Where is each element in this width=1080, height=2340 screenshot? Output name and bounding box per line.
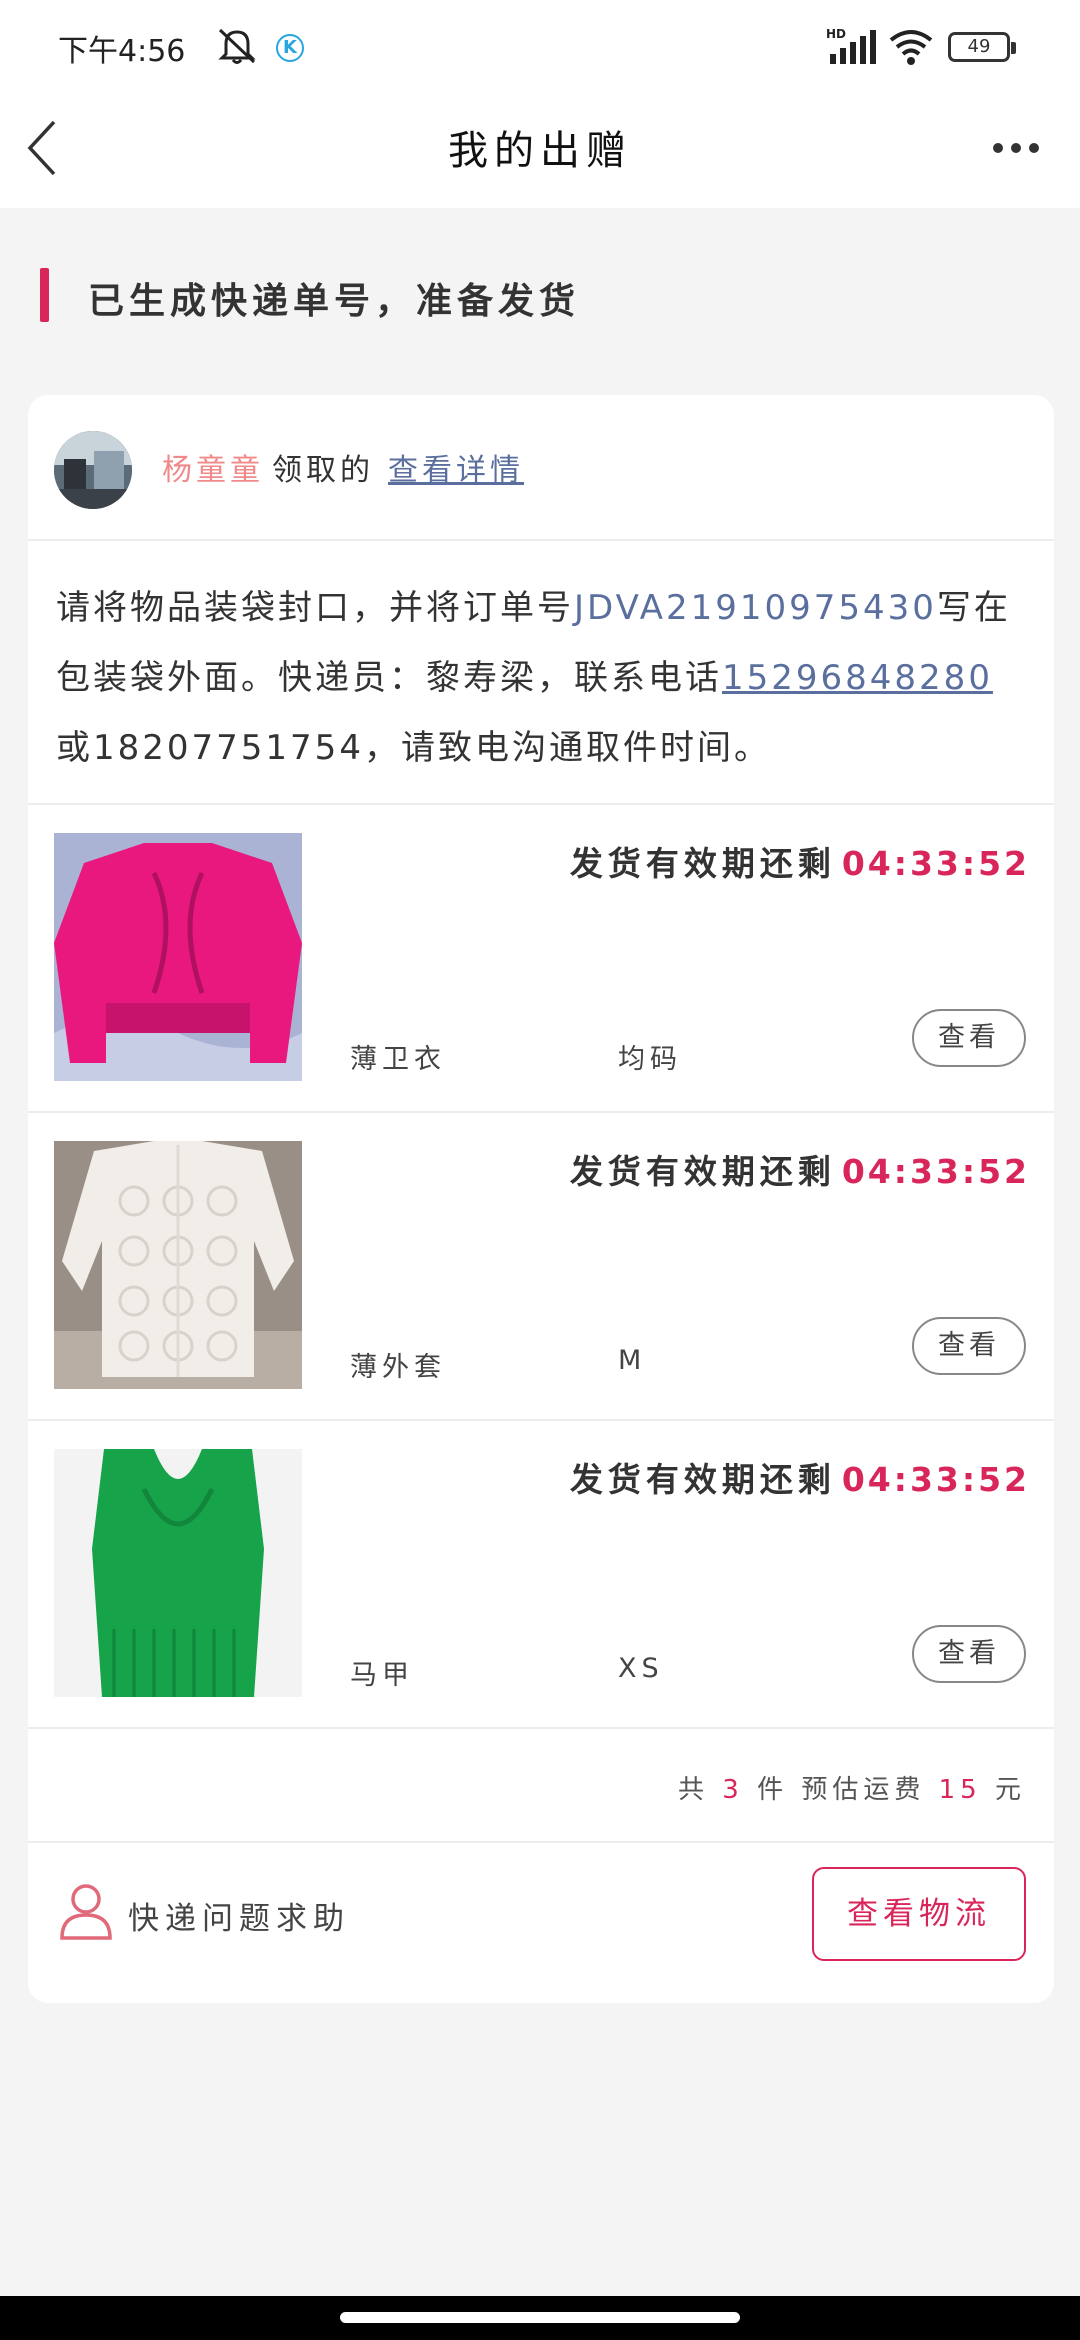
k-app-icon: K — [276, 34, 304, 62]
wifi-icon — [888, 28, 934, 70]
item-count: 3 — [722, 1775, 744, 1805]
view-details-link[interactable]: 查看详情 — [388, 453, 524, 488]
instructions-text-3: 或18207751754，请致电沟通取件时间。 — [56, 728, 771, 768]
shipment-card: 杨童童 领取的 查看详情 请将物品装袋封口，并将订单号JDVA21910975430… — [28, 395, 1054, 2003]
list-item: 发货有效期还剩 04:33:52 薄卫衣 均码 查看 — [28, 805, 1054, 1113]
summary-suffix: 元 — [994, 1775, 1026, 1805]
summary-middle: 件 预估运费 — [757, 1775, 926, 1805]
system-nav-bar — [0, 2296, 1080, 2340]
view-item-button[interactable]: 查看 — [912, 1009, 1026, 1067]
shipping-instructions: 请将物品装袋封口，并将订单号JDVA21910975430写在包装袋外面。快递员… — [56, 573, 1026, 783]
shipping-fee: 15 — [938, 1775, 982, 1805]
recipient-name: 杨童童 — [162, 453, 264, 488]
ship-deadline: 发货有效期还剩 04:33:52 — [570, 1453, 1030, 1501]
ship-deadline: 发货有效期还剩 04:33:52 — [570, 1145, 1030, 1193]
item-name: 薄外套 — [350, 1352, 446, 1383]
ship-deadline: 发货有效期还剩 04:33:52 — [570, 837, 1030, 885]
view-logistics-button[interactable]: 查看物流 — [812, 1867, 1026, 1961]
item-image[interactable] — [54, 833, 302, 1081]
deadline-countdown: 04:33:52 — [841, 1460, 1030, 1499]
instructions-text-1: 请将物品装袋封口，并将订单号 — [56, 588, 574, 628]
courier-help-link[interactable]: 快递问题求助 — [128, 1893, 350, 1938]
deadline-label: 发货有效期还剩 — [569, 1152, 836, 1191]
status-time: 下午4:56 — [58, 34, 186, 69]
banner-text: 已生成快递单号，准备发货 — [88, 281, 581, 322]
list-item: 发货有效期还剩 04:33:52 薄外套 M 查看 — [28, 1113, 1054, 1421]
recipient-info: 杨童童 领取的 查看详情 — [162, 445, 524, 489]
signal-icon: HD — [826, 26, 878, 70]
recipient-suffix: 领取的 — [272, 453, 374, 488]
deadline-countdown: 04:33:52 — [841, 1152, 1030, 1191]
recipient-row: 杨童童 领取的 查看详情 — [28, 395, 1054, 541]
mute-icon — [214, 24, 260, 70]
nav-bar: 我的出赠 — [0, 90, 1080, 208]
courier-phone-link[interactable]: 15296848280 — [722, 658, 993, 698]
summary-prefix: 共 — [678, 1775, 710, 1805]
item-image[interactable] — [54, 1141, 302, 1389]
deadline-countdown: 04:33:52 — [841, 844, 1030, 883]
order-number: JDVA21910975430 — [574, 588, 937, 628]
user-icon[interactable] — [58, 1881, 114, 1945]
item-image[interactable] — [54, 1449, 302, 1697]
item-name: 马甲 — [350, 1660, 414, 1691]
deadline-label: 发货有效期还剩 — [569, 844, 836, 883]
order-summary: 共 3 件 预估运费 15 元 — [28, 1733, 1054, 1843]
item-size: XS — [618, 1653, 664, 1684]
deadline-label: 发货有效期还剩 — [569, 1460, 836, 1499]
more-dots-icon[interactable] — [992, 140, 1040, 159]
footer-actions: 快递问题求助 查看物流 — [28, 1843, 1054, 2003]
avatar — [54, 431, 132, 509]
view-item-button[interactable]: 查看 — [912, 1625, 1026, 1683]
summary-text: 共 3 件 预估运费 15 元 — [678, 1769, 1026, 1806]
item-size: M — [618, 1345, 647, 1376]
home-indicator[interactable] — [340, 2312, 740, 2323]
view-item-button[interactable]: 查看 — [912, 1317, 1026, 1375]
item-size: 均码 — [618, 1044, 682, 1075]
page-title: 我的出赠 — [448, 128, 632, 174]
network-label: HD — [826, 27, 846, 41]
banner-accent-bar — [40, 268, 49, 322]
item-name: 薄卫衣 — [350, 1044, 446, 1075]
list-item: 发货有效期还剩 04:33:52 马甲 XS 查看 — [28, 1421, 1054, 1729]
battery-icon: 49 — [948, 32, 1016, 62]
status-bar: 下午4:56 K HD 49 — [0, 0, 1080, 90]
